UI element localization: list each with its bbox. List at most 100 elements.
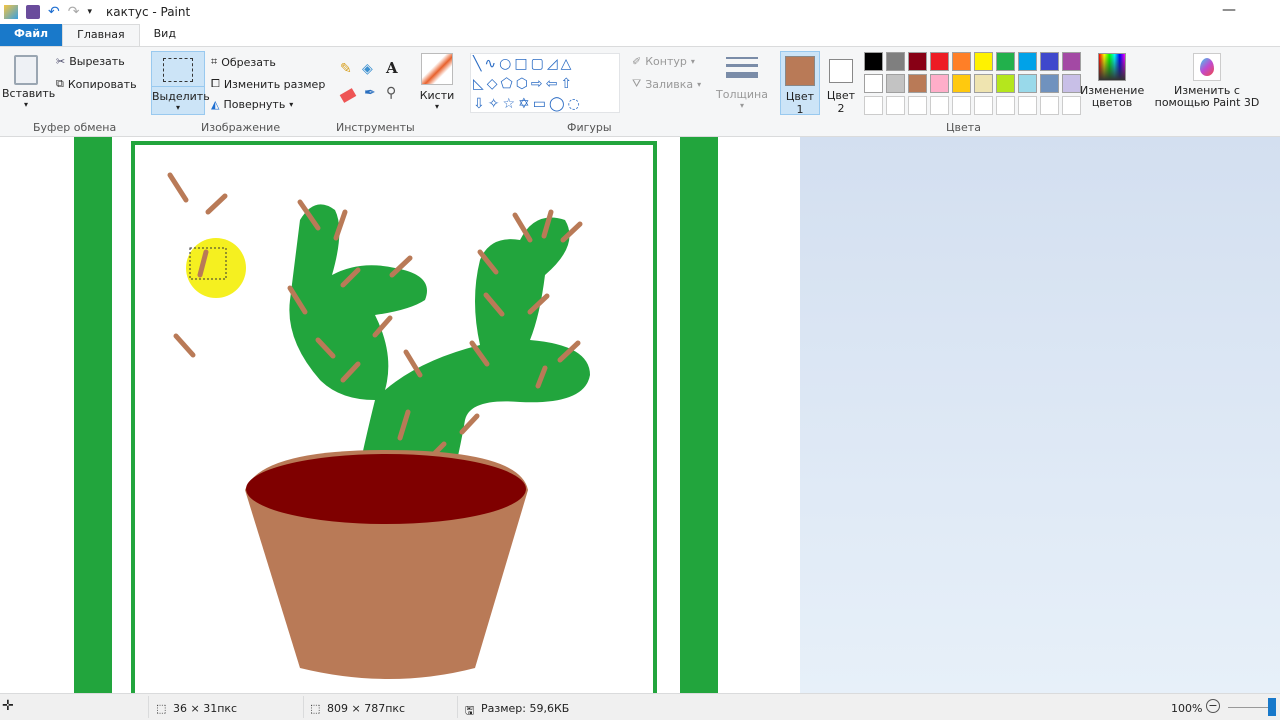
fill-bucket-icon[interactable]: ◈ [362, 61, 373, 77]
file-size: Размер: 59,6КБ [481, 702, 570, 715]
palette-color-swatch[interactable] [930, 52, 949, 71]
palette-color-swatch[interactable] [1018, 74, 1037, 93]
shapes-gallery[interactable]: ╲∿○□▢◿△ ◺◇⬠⬡⇨⇦⇧ ⇩✧☆✡▭◯◌ [470, 53, 620, 113]
zoom-slider-thumb[interactable] [1268, 698, 1276, 716]
rotate-icon: ◭ [211, 98, 220, 111]
eraser-icon[interactable] [339, 88, 357, 103]
color1-swatch [785, 56, 815, 86]
color1-number: 1 [796, 103, 804, 116]
palette-color-swatch[interactable] [1040, 52, 1059, 71]
tab-file[interactable]: Файл [0, 24, 63, 46]
palette-color-swatch[interactable] [864, 52, 883, 71]
color1-label: Цвет [785, 90, 815, 103]
scissors-icon: ✂ [56, 55, 66, 68]
custom-color-slot[interactable] [930, 96, 949, 115]
cut-button[interactable]: ✂ Вырезать [56, 55, 125, 68]
palette-color-swatch[interactable] [952, 52, 971, 71]
ribbon: Вставить ▾ ✂ Вырезать ⧉ Копировать Буфер о… [0, 46, 1280, 137]
color1-button[interactable]: Цвет 1 [780, 51, 820, 116]
copy-button[interactable]: ⧉ Копировать [56, 77, 137, 91]
custom-color-slot[interactable] [1062, 96, 1081, 115]
shapes-row-1: ╲∿○□▢◿△ [473, 56, 575, 72]
palette-color-swatch[interactable] [930, 74, 949, 93]
paint3d-label: Изменить с помощью Paint 3D [1154, 84, 1260, 109]
color2-swatch [829, 59, 853, 83]
cursor-position-icon: ✛ [2, 698, 14, 714]
resize-button[interactable]: ⧠ Изменить размер [211, 77, 325, 91]
palette-color-swatch[interactable] [1062, 52, 1081, 71]
zoom-out-button[interactable]: − [1206, 699, 1220, 713]
paste-label: Вставить [2, 87, 56, 100]
save-icon[interactable] [26, 5, 40, 19]
custom-color-slot[interactable] [864, 96, 883, 115]
tab-home[interactable]: Главная [62, 24, 140, 46]
custom-color-slot[interactable] [1040, 96, 1059, 115]
copy-label: Копировать [67, 77, 137, 91]
fill-label: Заливка [645, 77, 694, 91]
colors-group-label: Цвета [946, 121, 981, 134]
selection-rect-icon [163, 58, 193, 82]
color-spectrum-icon [1098, 53, 1126, 81]
paint3d-button[interactable]: Изменить с помощью Paint 3D [1152, 53, 1262, 109]
color2-number: 2 [837, 102, 845, 115]
palette-color-swatch[interactable] [1018, 52, 1037, 71]
outline-button[interactable]: ✐ Контур ▾ [632, 55, 695, 68]
minimize-button[interactable]: — [1222, 2, 1236, 18]
palette-color-swatch[interactable] [996, 52, 1015, 71]
size-button[interactable]: Толщина ▾ [716, 53, 768, 110]
fill-icon: ⛛ [632, 77, 642, 90]
custom-color-slot[interactable] [1018, 96, 1037, 115]
edit-colors-button[interactable]: Изменение цветов [1080, 53, 1144, 109]
paint-app-icon [4, 5, 18, 19]
resize-icon: ⧠ [211, 77, 220, 90]
brushes-label: Кисти [419, 89, 455, 102]
undo-icon[interactable]: ↶ [48, 4, 60, 20]
line-thickness-icon [726, 57, 758, 78]
custom-color-slot[interactable] [974, 96, 993, 115]
palette-color-swatch[interactable] [886, 74, 905, 93]
text-icon[interactable]: A [386, 59, 398, 77]
palette-color-swatch[interactable] [1062, 74, 1081, 93]
brush-icon [421, 53, 453, 85]
canvas-area [0, 137, 1280, 705]
select-button[interactable]: Выделить ▾ [151, 51, 210, 115]
paste-button[interactable]: Вставить ▾ [2, 53, 56, 113]
custom-color-slot[interactable] [886, 96, 905, 115]
zoom-slider-track[interactable] [1228, 707, 1268, 708]
palette-color-swatch[interactable] [886, 52, 905, 71]
select-label: Выделить [152, 86, 210, 103]
palette-color-swatch[interactable] [952, 74, 971, 93]
palette-color-swatch[interactable] [908, 74, 927, 93]
brushes-button[interactable]: Кисти ▾ [418, 53, 456, 111]
rotate-button[interactable]: ◭ Повернуть ▾ [211, 98, 293, 111]
custom-color-slot[interactable] [996, 96, 1015, 115]
tab-view[interactable]: Вид [140, 24, 190, 46]
shapes-row-2: ◺◇⬠⬡⇨⇦⇧ [473, 76, 576, 92]
edit-colors-label: Изменение цветов [1080, 84, 1145, 109]
magnifier-icon[interactable]: ⚲ [386, 85, 396, 101]
palette-color-swatch[interactable] [908, 52, 927, 71]
customize-quick-access-icon[interactable]: ▾ [87, 7, 92, 17]
custom-color-slot[interactable] [952, 96, 971, 115]
shapes-row-3: ⇩✧☆✡▭◯◌ [473, 96, 583, 112]
palette-color-swatch[interactable] [996, 74, 1015, 93]
palette-color-swatch[interactable] [974, 74, 993, 93]
clipboard-group-label: Буфер обмена [33, 121, 117, 134]
window-title: кактус - Paint [106, 5, 191, 19]
color-picker-icon[interactable]: ✒ [364, 85, 376, 101]
redo-icon[interactable]: ↷ [68, 4, 80, 20]
palette-color-swatch[interactable] [974, 52, 993, 71]
crop-button[interactable]: ⌗ Обрезать [211, 55, 276, 69]
pencil-icon[interactable]: ✎ [340, 61, 352, 77]
sun [186, 238, 246, 298]
image-size: 809 × 787пкс [327, 702, 406, 715]
drawing-canvas[interactable] [0, 137, 800, 705]
palette-color-swatch[interactable] [864, 74, 883, 93]
color2-button[interactable]: Цвет 2 [823, 51, 859, 115]
palette-color-swatch[interactable] [1040, 74, 1059, 93]
title-bar: ↶ ↷ ▾ кактус - Paint — [0, 0, 1280, 24]
custom-color-slot[interactable] [908, 96, 927, 115]
fill-button[interactable]: ⛛ Заливка ▾ [632, 77, 701, 91]
clipboard-icon [14, 55, 38, 85]
zoom-level: 100% [1171, 702, 1203, 715]
